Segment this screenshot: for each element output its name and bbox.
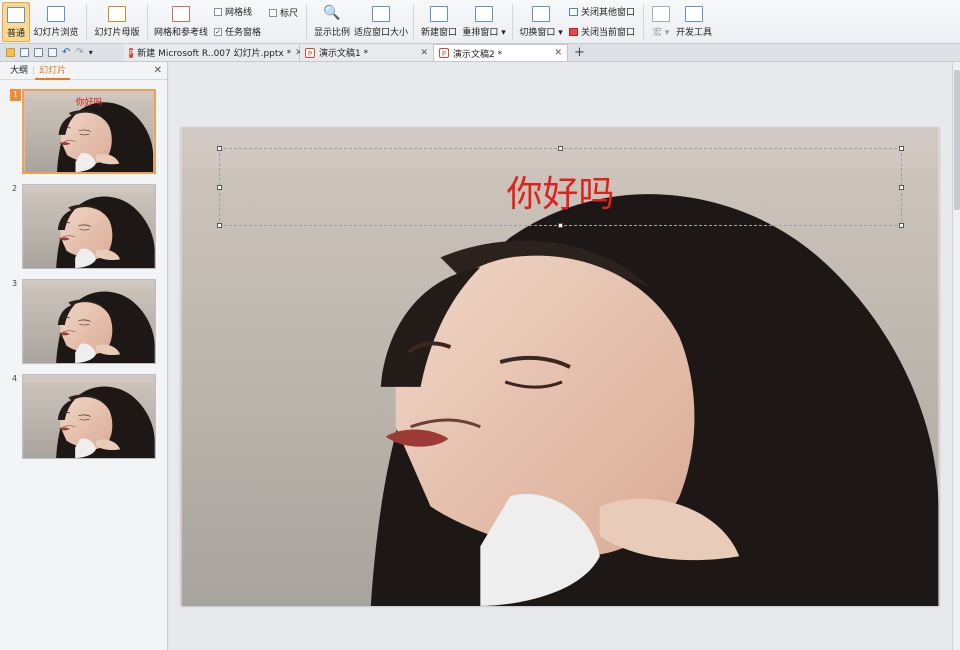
print-icon[interactable] (34, 48, 43, 57)
macro-label: 宏 ▾ (652, 28, 670, 38)
ribbon-separator (413, 4, 415, 40)
close-tab-icon[interactable]: ✕ (420, 48, 428, 58)
tab-presentation-2[interactable]: P 演示文稿2 * ✕ (434, 44, 568, 61)
resize-handle[interactable] (558, 146, 563, 151)
switch-window-button[interactable]: 切换窗口 ▾ (517, 2, 565, 42)
arrange-windows-button[interactable]: 重排窗口 ▾ (460, 2, 508, 42)
thumbnail-image (23, 375, 155, 458)
slide-master-icon (108, 6, 126, 22)
normal-view-button[interactable]: 普通 (2, 2, 30, 42)
switch-window-label: 切换窗口 ▾ (519, 28, 563, 38)
fit-window-button[interactable]: 适应窗口大小 (353, 2, 409, 42)
slides-panel: 大纲 | 幻灯片 ✕ 1 你好吗 2 3 4 (0, 62, 168, 650)
tab-presentation-1[interactable]: P 演示文稿1 * ✕ (300, 44, 434, 61)
close-window-group: 关闭其他窗口 关闭当前窗口 (569, 0, 635, 43)
customize-dropdown-icon[interactable]: ▾ (89, 48, 93, 57)
close-current-icon (569, 27, 579, 36)
close-others-icon (569, 7, 579, 16)
close-tab-icon[interactable]: ✕ (554, 48, 562, 58)
ribbon-separator (306, 4, 308, 40)
magnifier-icon: 🔍 (323, 5, 341, 21)
quick-access-toolbar: ↶ ↷ ▾ (0, 47, 124, 58)
slide-canvas[interactable]: 你好吗 (181, 128, 939, 606)
new-window-button[interactable]: 新建窗口 (418, 2, 460, 42)
resize-handle[interactable] (558, 223, 563, 228)
task-pane-checkbox[interactable]: ✓ 任务窗格 (214, 25, 261, 38)
tab-slides[interactable]: 幻灯片 (35, 62, 71, 80)
macro-button[interactable]: 宏 ▾ (648, 2, 674, 42)
slide-thumbnail-4[interactable] (22, 374, 156, 459)
save-icon[interactable] (20, 48, 29, 57)
close-panel-icon[interactable]: ✕ (154, 65, 162, 76)
slide-sorter-icon (47, 6, 65, 22)
dropdown-arrow-icon: ▾ (661, 28, 670, 38)
thumbnail-title: 你好吗 (75, 98, 103, 108)
undo-icon[interactable]: ↶ (62, 47, 70, 58)
presentation-file-icon: P (439, 48, 449, 58)
new-tab-icon[interactable]: + (568, 45, 591, 60)
slide-number: 4 (12, 374, 18, 383)
ruler-check-icon (269, 8, 278, 17)
document-tab-bar: ↶ ↷ ▾ P 新建 Microsoft R..007 幻灯片.pptx * ✕… (0, 44, 960, 62)
ribbon-separator (147, 4, 148, 40)
slide-thumbnail-3[interactable] (22, 279, 156, 364)
grid-guides-button[interactable]: 网格和参考线 (152, 2, 210, 42)
resize-handle[interactable] (217, 223, 222, 228)
slide-number: 2 (12, 184, 18, 193)
ribbon-separator (512, 4, 514, 40)
tab-document-pptx[interactable]: P 新建 Microsoft R..007 幻灯片.pptx * ✕ (124, 44, 303, 61)
ribbon-toolbar: 普通 幻灯片浏览 幻灯片母版 网格和参考线 网格线 ✓ 任务窗格 标尺 🔍 显示比… (0, 0, 960, 44)
gridlines-check-icon (214, 7, 222, 16)
scrollbar-thumb[interactable] (954, 70, 960, 210)
slide-number: 3 (12, 279, 18, 288)
view-checkboxes: 网格线 ✓ 任务窗格 (214, 0, 261, 43)
panel-tabs: 大纲 | 幻灯片 ✕ (0, 62, 167, 80)
dev-tools-button[interactable]: 开发工具 (674, 2, 714, 42)
grid-icon (172, 6, 190, 22)
ribbon-separator (86, 4, 87, 40)
thumbnail-image (23, 280, 155, 363)
resize-handle[interactable] (217, 146, 222, 151)
open-folder-icon[interactable] (6, 48, 15, 57)
task-pane-check-icon: ✓ (214, 27, 222, 36)
fit-window-icon (372, 6, 391, 22)
vertical-scrollbar[interactable] (952, 62, 960, 650)
new-window-icon (430, 6, 449, 22)
close-others-button[interactable]: 关闭其他窗口 (569, 5, 635, 18)
slide-editing-area: 你好吗 (169, 62, 952, 650)
print-preview-icon[interactable] (48, 48, 57, 57)
resize-handle[interactable] (899, 223, 904, 228)
zoom-button[interactable]: 🔍 显示比例 (311, 2, 353, 42)
gridlines-checkbox[interactable]: 网格线 (214, 5, 261, 18)
resize-handle[interactable] (899, 146, 904, 151)
arrange-windows-icon (475, 6, 494, 22)
ribbon-separator (643, 4, 645, 40)
normal-view-icon (7, 7, 25, 23)
presentation-file-icon: P (305, 47, 315, 58)
slide-thumbnail-2[interactable] (22, 184, 156, 269)
macro-icon (652, 6, 671, 22)
title-textbox[interactable]: 你好吗 (217, 146, 904, 228)
switch-window-icon (532, 6, 551, 22)
dropdown-arrow-icon: ▾ (498, 28, 506, 38)
slide-number: 1 (10, 89, 21, 101)
slide-title[interactable]: 你好吗 (220, 165, 901, 217)
slide-sorter-button[interactable]: 幻灯片浏览 (30, 2, 82, 42)
slide-master-button[interactable]: 幻灯片母版 (91, 2, 143, 42)
tab-outline[interactable]: 大纲 (6, 62, 32, 80)
dropdown-arrow-icon: ▾ (555, 28, 563, 38)
redo-icon[interactable]: ↷ (75, 47, 83, 58)
thumbnail-image (23, 185, 155, 268)
close-current-button[interactable]: 关闭当前窗口 (569, 25, 635, 38)
ruler-checkbox[interactable]: 标尺 (269, 6, 298, 19)
ruler-column: 标尺 (269, 0, 298, 43)
dev-tools-icon (685, 6, 704, 22)
slide-thumbnail-1[interactable]: 你好吗 (22, 89, 156, 174)
arrange-windows-label: 重排窗口 ▾ (462, 28, 506, 38)
presentation-file-icon: P (129, 47, 134, 58)
